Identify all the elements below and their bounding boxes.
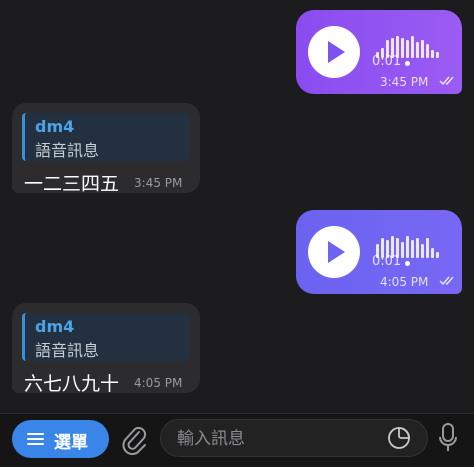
incoming-message-bubble[interactable]: dm4 語音訊息 六七八九十 4:05 PM	[12, 303, 200, 395]
menu-button-label: 選單	[54, 433, 88, 453]
unplayed-dot	[405, 261, 410, 266]
reply-author: dm4	[35, 117, 75, 136]
message-time: 4:05 PM	[380, 275, 429, 289]
menu-button[interactable]: 選單	[12, 420, 109, 458]
play-icon	[328, 241, 345, 263]
voice-message-bubble[interactable]: 0:01 4:05 PM	[296, 210, 462, 294]
voice-duration: 0:01	[372, 254, 402, 269]
message-time: 4:05 PM	[134, 376, 183, 390]
message-time: 3:45 PM	[380, 75, 429, 89]
incoming-message-bubble[interactable]: dm4 語音訊息 一二三四五 3:45 PM	[12, 103, 200, 195]
voice-message-bubble[interactable]: 0:01 3:45 PM	[296, 10, 462, 94]
double-check-icon	[439, 276, 454, 286]
microphone-icon[interactable]	[438, 422, 458, 454]
chat-area[interactable]: 0:01 3:45 PM dm4 語音訊息 一二三四五 3:45 PM 0:01…	[0, 0, 474, 413]
sticker-icon[interactable]	[387, 426, 411, 450]
message-time: 3:45 PM	[134, 176, 183, 190]
reply-author: dm4	[35, 317, 75, 336]
reply-quote[interactable]: dm4 語音訊息	[22, 313, 190, 361]
reply-preview: 語音訊息	[35, 141, 100, 160]
double-check-icon	[439, 76, 454, 86]
voice-duration: 0:01	[372, 54, 402, 69]
play-button[interactable]	[308, 26, 360, 78]
message-text: 六七八九十	[24, 373, 120, 395]
play-button[interactable]	[308, 226, 360, 278]
reply-quote[interactable]: dm4 語音訊息	[22, 113, 190, 161]
message-input[interactable]	[160, 419, 428, 457]
composer-bar: 選單	[0, 413, 474, 467]
unplayed-dot	[405, 61, 410, 66]
reply-preview: 語音訊息	[35, 341, 100, 360]
paperclip-icon[interactable]	[119, 423, 149, 455]
message-input-field[interactable]	[175, 427, 379, 451]
play-icon	[328, 41, 345, 63]
hamburger-icon	[27, 433, 44, 446]
message-text: 一二三四五	[24, 173, 120, 195]
